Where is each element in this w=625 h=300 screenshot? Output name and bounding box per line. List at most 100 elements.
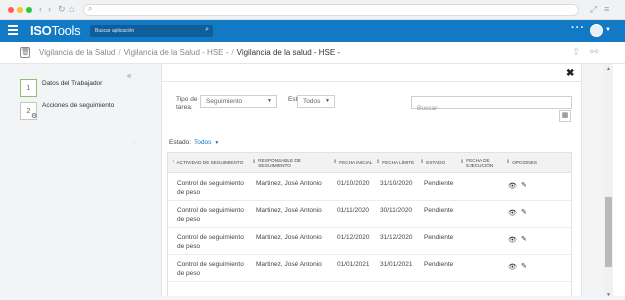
- cell-actividad: Control de seguimiento de peso: [177, 207, 244, 223]
- address-bar[interactable]: ⌕: [83, 4, 579, 16]
- browser-toolbar: ‹ › ↻ ⌂ ⌕ ⤢ ≡: [0, 0, 625, 20]
- breadcrumb-item[interactable]: Vigilancia de la Salud - HSE -: [124, 48, 229, 57]
- vertical-scrollbar[interactable]: ▲ ▼: [604, 64, 613, 300]
- cell-fecha-limite: 30/11/2020: [380, 207, 413, 214]
- column-actividad[interactable]: ↑ Actividad de seguimiento: [172, 153, 250, 173]
- table-row[interactable]: Control de seguimiento de peso Martinez,…: [168, 228, 571, 255]
- cell-responsable: Martinez, José Antonio: [256, 234, 322, 241]
- status-filter-label: Estado:: [169, 139, 192, 146]
- more-options-button[interactable]: ···: [571, 22, 585, 34]
- status-filter-value[interactable]: Todos: [194, 139, 211, 146]
- column-fecha-limite[interactable]: ⇕ Fecha límite: [376, 153, 417, 173]
- resize-handle[interactable]: ⋮: [131, 140, 138, 147]
- search-icon: ⌕: [88, 4, 93, 13]
- seguimiento-table: ↑ Actividad de seguimiento ⇕ Responsable d…: [167, 152, 572, 300]
- cell-fecha-inicial: 01/01/2021: [337, 261, 370, 268]
- browser-menu-icon[interactable]: ≡: [604, 4, 609, 14]
- sort-icon: ⇕: [460, 159, 465, 166]
- cell-fecha-limite: 31/01/2021: [380, 261, 413, 268]
- collapse-panel-icon[interactable]: «: [127, 71, 131, 80]
- close-icon[interactable]: ✖: [566, 68, 574, 79]
- tipo-tarea-label: Tipo de tarea:: [176, 96, 198, 111]
- table-row[interactable]: Control de seguimiento de peso Martinez,…: [168, 255, 571, 282]
- cell-fecha-limite: 31/12/2020: [380, 234, 413, 241]
- calendar-icon[interactable]: ▦: [559, 110, 571, 122]
- form-card: ✖ Tipo de tarea: Seguimiento ▼ Est Todos ▼…: [161, 64, 582, 300]
- cell-actividad: Control de seguimiento de peso: [177, 180, 244, 196]
- scroll-up-icon[interactable]: ▲: [606, 66, 611, 72]
- pencil-icon[interactable]: ✎: [521, 208, 527, 216]
- step-2-badge[interactable]: 2 ⚙: [20, 102, 37, 120]
- column-fecha-ejecucion[interactable]: ⇕ Fecha de ejecución: [460, 153, 504, 173]
- expand-icon[interactable]: ⤢: [590, 4, 597, 15]
- cell-estado: Pendiente: [424, 207, 454, 214]
- isotools-logo[interactable]: ISOTools: [30, 23, 81, 38]
- cell-responsable: Martinez, José Antonio: [256, 261, 322, 268]
- table-row[interactable]: Control de seguimiento de peso Martinez,…: [168, 174, 571, 201]
- gear-icon: ⚙: [31, 113, 38, 120]
- estado-select[interactable]: Todos ▼: [297, 95, 335, 108]
- sort-icon: ↑: [172, 159, 175, 166]
- maximize-window-button[interactable]: [26, 7, 32, 13]
- hamburger-menu-icon[interactable]: [8, 25, 18, 37]
- pencil-icon[interactable]: ✎: [521, 235, 527, 243]
- estado-filter-label: Est: [288, 96, 298, 103]
- app-header: ISOTools ⌕ ··· ▼: [0, 20, 625, 42]
- cell-fecha-inicial: 01/12/2020: [337, 234, 370, 241]
- chevron-down-icon[interactable]: ▼: [214, 140, 219, 146]
- cell-fecha-inicial: 01/11/2020: [337, 207, 370, 214]
- left-panel: « 1 Datos del Trabajador 2 ⚙ Acciones de …: [0, 64, 143, 300]
- column-responsable[interactable]: ⇕ Responsable de seguimiento: [252, 153, 332, 173]
- sort-icon: ⇕: [252, 159, 257, 166]
- status-filter: Estado: Todos ▼: [169, 139, 219, 146]
- eye-icon[interactable]: 👁: [508, 209, 517, 217]
- pencil-icon[interactable]: ✎: [521, 181, 527, 189]
- breadcrumb-bar: 🗑 Vigilancia de la Salud / Vigilancia de l…: [0, 42, 625, 64]
- app-search: ⌕: [90, 25, 213, 37]
- step-1-badge[interactable]: 1: [20, 79, 37, 97]
- chevron-down-icon[interactable]: ▼: [605, 27, 611, 33]
- avatar[interactable]: [590, 24, 603, 37]
- app-search-input[interactable]: [95, 25, 195, 37]
- search-input[interactable]: [412, 103, 571, 114]
- cell-responsable: Martinez, José Antonio: [256, 207, 322, 214]
- breadcrumb-current: Vigilancia de la salud - HSE -: [236, 48, 341, 57]
- cell-actividad: Control de seguimiento de peso: [177, 234, 244, 250]
- breadcrumb: Vigilancia de la Salud / Vigilancia de la …: [39, 48, 341, 57]
- tipo-tarea-select[interactable]: Seguimiento ▼: [200, 95, 277, 108]
- trash-icon[interactable]: 🗑: [20, 47, 30, 58]
- eye-icon[interactable]: 👁: [508, 182, 517, 190]
- back-icon[interactable]: ‹: [39, 4, 42, 15]
- minimize-window-button[interactable]: [17, 7, 23, 13]
- scrollbar-thumb[interactable]: [605, 197, 612, 267]
- forward-icon[interactable]: ›: [48, 4, 51, 15]
- sort-icon: ⇕: [420, 159, 425, 166]
- sort-icon: ⇕: [333, 159, 338, 166]
- column-opciones[interactable]: ⇕ Opciones: [506, 153, 551, 173]
- sort-icon: ⇕: [506, 159, 511, 166]
- export-icon[interactable]: ⇪: [572, 47, 580, 58]
- cell-fecha-inicial: 01/10/2020: [337, 180, 370, 187]
- table-header: ↑ Actividad de seguimiento ⇕ Responsable d…: [168, 153, 571, 173]
- cell-fecha-limite: 31/10/2020: [380, 180, 413, 187]
- eye-icon[interactable]: 👁: [508, 236, 517, 244]
- pencil-icon[interactable]: ✎: [521, 262, 527, 270]
- column-estado[interactable]: ⇕ Estado: [420, 153, 460, 173]
- cell-actividad: Control de seguimiento de peso: [177, 261, 244, 277]
- cell-estado: Pendiente: [424, 234, 454, 241]
- cell-estado: Pendiente: [424, 261, 454, 268]
- column-fecha-inicial[interactable]: ⇕ Fecha inicial: [333, 153, 374, 173]
- chevron-down-icon: ▼: [267, 98, 272, 104]
- step-acciones-seguimiento[interactable]: Acciones de seguimiento: [42, 102, 114, 109]
- hierarchy-icon[interactable]: ⚯: [590, 47, 598, 58]
- search-icon[interactable]: ⌕: [205, 26, 209, 34]
- step-datos-trabajador[interactable]: Datos del Trabajador: [42, 80, 102, 87]
- table-row[interactable]: Control de seguimiento de peso Martinez,…: [168, 201, 571, 228]
- reload-icon[interactable]: ↻: [58, 4, 66, 15]
- close-window-button[interactable]: [8, 7, 14, 13]
- eye-icon[interactable]: 👁: [508, 263, 517, 271]
- chevron-down-icon: ▼: [325, 98, 330, 104]
- cell-estado: Pendiente: [424, 180, 454, 187]
- breadcrumb-item[interactable]: Vigilancia de la Salud: [39, 48, 115, 57]
- home-icon[interactable]: ⌂: [69, 4, 74, 15]
